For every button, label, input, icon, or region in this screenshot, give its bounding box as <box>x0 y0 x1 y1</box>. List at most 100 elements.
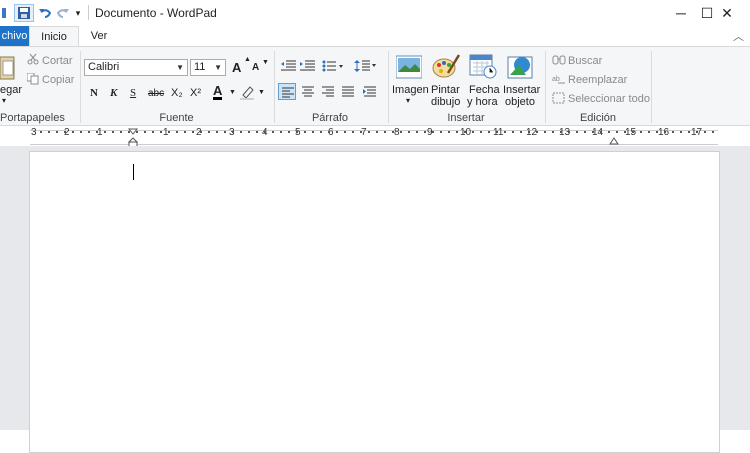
bold-button[interactable]: N <box>90 87 98 99</box>
group-label-fuente: Fuente <box>159 112 194 124</box>
cut-button[interactable]: Cortar <box>42 55 73 67</box>
paste-button[interactable]: egar <box>0 84 22 96</box>
font-size-combo[interactable]: 11 ▼ <box>190 59 226 76</box>
ruler-tick <box>264 131 266 133</box>
highlighter-icon[interactable] <box>240 85 256 103</box>
ruler-tick <box>208 131 210 133</box>
paint-palette-icon[interactable] <box>432 53 461 82</box>
shrink-font-button[interactable]: A <box>252 62 259 73</box>
bullet-list-icon[interactable] <box>322 60 344 75</box>
ruler-tick <box>184 131 186 133</box>
ruler-tick <box>552 131 554 133</box>
ruler-tick <box>712 131 714 133</box>
italic-button[interactable]: K <box>110 87 117 99</box>
ruler-tick <box>120 131 122 133</box>
ruler-tick <box>640 131 642 133</box>
tab-inicio[interactable]: Inicio <box>29 26 79 46</box>
replace-button[interactable]: Reemplazar <box>568 74 627 86</box>
ruler-tick <box>336 131 338 133</box>
ruler-tick <box>104 131 106 133</box>
ruler-tick <box>216 131 218 133</box>
insert-object-line1[interactable]: Insertar <box>503 84 540 96</box>
replace-icon[interactable]: ab <box>552 73 566 88</box>
paragraph-settings-icon[interactable] <box>362 84 378 102</box>
ruler-tick <box>320 131 322 133</box>
align-center-icon[interactable] <box>300 84 316 102</box>
text-color-dropdown-icon[interactable]: ▼ <box>229 89 236 96</box>
subscript-button[interactable]: X₂ <box>171 87 183 99</box>
ruler-label: 11 <box>493 127 504 138</box>
collapse-ribbon-icon[interactable]: ︿ <box>733 28 744 44</box>
text-color-button[interactable]: A <box>213 84 223 100</box>
window-title: Documento - WordPad <box>95 6 217 20</box>
tab-ver[interactable]: Ver <box>82 26 116 46</box>
cut-icon[interactable] <box>27 53 39 68</box>
group-separator <box>274 51 275 123</box>
ruler-tick <box>472 131 474 133</box>
ruler-tick <box>168 131 170 133</box>
app-icon[interactable] <box>0 4 10 22</box>
insert-object-line2[interactable]: objeto <box>505 96 535 108</box>
ruler-tick <box>248 131 250 133</box>
copy-button[interactable]: Copiar <box>42 74 74 86</box>
ruler-tick <box>624 131 626 133</box>
find-button[interactable]: Buscar <box>568 55 602 67</box>
highlight-dropdown-icon[interactable]: ▼ <box>258 89 265 96</box>
ribbon: egar ▾ Cortar Copiar Portapapeles Calibr… <box>0 46 750 126</box>
ruler-tick <box>416 131 418 133</box>
ruler-tick <box>592 131 594 133</box>
paint-button-line1[interactable]: Pintar <box>431 84 460 96</box>
datetime-button-line1[interactable]: Fecha <box>469 84 500 96</box>
paint-button-line2[interactable]: dibujo <box>431 96 460 108</box>
grow-font-button[interactable]: A <box>232 60 241 75</box>
ruler-tick <box>64 131 66 133</box>
justify-icon[interactable] <box>340 84 356 102</box>
text-caret <box>133 164 134 180</box>
document-page[interactable] <box>29 151 720 453</box>
ruler-label: 15 <box>625 127 637 138</box>
ruler-tick <box>648 131 650 133</box>
ruler-tick <box>56 131 58 133</box>
tab-archivo[interactable]: chivo <box>0 26 29 46</box>
ruler[interactable]: 3211234567891011121314151617 <box>0 126 750 148</box>
select-all-icon[interactable] <box>552 92 566 107</box>
image-icon[interactable] <box>395 55 423 82</box>
increase-indent-icon[interactable] <box>300 60 316 75</box>
close-button[interactable]: ✕ <box>704 0 750 26</box>
underline-button[interactable]: S <box>130 87 136 99</box>
font-name-combo[interactable]: Calibri ▼ <box>84 59 188 76</box>
ruler-tick <box>312 131 314 133</box>
ruler-tick <box>384 131 386 133</box>
ruler-tick <box>656 131 658 133</box>
redo-icon[interactable] <box>54 4 72 22</box>
strikethrough-button[interactable]: abc <box>148 88 164 99</box>
align-right-icon[interactable] <box>320 84 336 102</box>
ruler-tick <box>80 131 82 133</box>
image-dropdown-icon[interactable]: ▾ <box>406 96 410 105</box>
save-icon[interactable] <box>14 4 34 22</box>
insert-image-button[interactable]: Imagen <box>392 84 429 96</box>
paste-icon[interactable] <box>0 53 16 84</box>
ruler-tick <box>600 131 602 133</box>
insert-object-icon[interactable] <box>507 53 535 82</box>
ruler-tick <box>664 131 666 133</box>
undo-icon[interactable] <box>36 4 54 22</box>
group-label-parrafo: Párrafo <box>311 112 349 124</box>
copy-icon[interactable] <box>26 72 39 88</box>
ruler-tick <box>88 131 90 133</box>
align-left-button[interactable] <box>278 83 296 100</box>
find-icon[interactable] <box>552 54 566 69</box>
ruler-tick <box>272 131 274 133</box>
ruler-tick <box>232 131 234 133</box>
ruler-tick <box>192 131 194 133</box>
line-spacing-icon[interactable] <box>353 59 377 76</box>
decrease-indent-icon[interactable] <box>281 60 297 75</box>
ruler-tick <box>704 131 706 133</box>
customize-quick-access-icon[interactable]: ▾ <box>72 4 84 22</box>
select-all-button[interactable]: Seleccionar todo <box>568 93 650 105</box>
datetime-button-line2[interactable]: y hora <box>467 96 498 108</box>
superscript-button[interactable]: X² <box>190 87 201 99</box>
calendar-clock-icon[interactable] <box>469 53 497 82</box>
paste-dropdown-icon[interactable]: ▾ <box>2 96 6 105</box>
ruler-tick <box>568 131 570 133</box>
